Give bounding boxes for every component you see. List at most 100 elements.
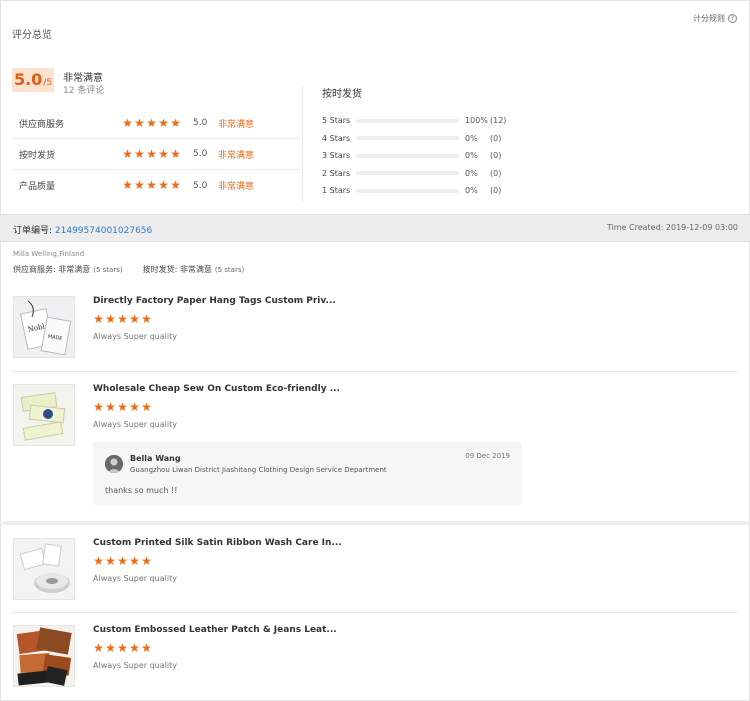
star-icon: ★ — [134, 146, 145, 161]
rating-row-stars: ★ ★ ★ ★ ★ — [122, 115, 181, 130]
hang-tag-image: Noble MADE — [14, 297, 74, 357]
order-time-created: Time Created: 2019-12-09 03:00 — [606, 223, 738, 232]
star-icon: ★ — [93, 400, 104, 414]
star-icon: ★ — [146, 146, 157, 161]
distribution-bar — [356, 136, 459, 141]
distribution-bar — [356, 153, 459, 158]
product-title-link[interactable]: Directly Factory Paper Hang Tags Custom … — [93, 296, 336, 306]
distribution-title: 按时发货 — [322, 89, 362, 100]
star-icon: ★ — [170, 115, 181, 130]
star-icon: ★ — [158, 115, 169, 130]
seller-rating-delivery: 按时发货: 非常满意 (5 stars) — [143, 264, 245, 275]
distribution-percent: 0% — [465, 133, 478, 143]
product-thumbnail[interactable] — [13, 538, 75, 600]
distribution-bar — [356, 188, 459, 193]
scoring-rules-link[interactable]: 计分规则 ? — [693, 13, 737, 24]
user-avatar-icon — [105, 455, 123, 473]
star-icon: ★ — [122, 115, 133, 130]
reply-text: thanks so much !! — [105, 486, 178, 495]
seller-rating-service: 供应商服务: 非常满意 (5 stars) — [13, 264, 123, 275]
distribution-row[interactable]: 2 Stars 0% (0) — [322, 165, 522, 183]
rating-row-service: 供应商服务 ★ ★ ★ ★ ★ 5.0 非常满意 — [12, 108, 301, 139]
distribution-label: 2 Stars — [322, 168, 351, 178]
star-icon: ★ — [93, 554, 104, 568]
distribution-row[interactable]: 3 Stars 0% (0) — [322, 147, 522, 165]
product-thumbnail[interactable] — [13, 625, 75, 687]
review-comment: Always Super quality — [93, 332, 177, 341]
rating-breakdown: 供应商服务 ★ ★ ★ ★ ★ 5.0 非常满意 按时发货 ★ ★ ★ ★ ★ 5.0 非常满意… — [12, 108, 301, 201]
star-icon: ★ — [129, 400, 140, 414]
rating-row-text: 非常满意 — [218, 182, 255, 192]
distribution-percent: 0% — [465, 186, 478, 196]
star-icon: ★ — [105, 312, 116, 326]
star-icon: ★ — [129, 312, 140, 326]
rating-row-quality: 产品质量 ★ ★ ★ ★ ★ 5.0 非常满意 — [12, 170, 301, 201]
summary-divider — [302, 86, 303, 202]
scoring-rules-label[interactable]: 计分规则 — [693, 13, 725, 24]
reply-author: Bella Wang — [130, 454, 181, 463]
star-icon: ★ — [117, 400, 128, 414]
rating-row-text: 非常满意 — [218, 150, 255, 161]
distribution-row[interactable]: 4 Stars 0% (0) — [322, 130, 522, 148]
review-divider — [13, 371, 737, 372]
distribution-label: 5 Stars — [322, 116, 351, 126]
distribution-percent: 100% — [465, 116, 488, 126]
distribution-label: 3 Stars — [322, 151, 351, 161]
order-id-link[interactable]: 21499574001027656 — [55, 226, 152, 236]
distribution-percent: 0% — [465, 151, 478, 161]
distribution-count: (0) — [490, 133, 502, 143]
seller-reply: Bella Wang Guangzhou Liwan District Jias… — [93, 442, 522, 505]
star-icon: ★ — [170, 146, 181, 161]
product-title-link[interactable]: Custom Printed Silk Satin Ribbon Wash Ca… — [93, 538, 342, 548]
product-thumbnail[interactable]: Noble MADE — [13, 296, 75, 358]
distribution-count: (0) — [490, 151, 502, 161]
order-number-label: 订单编号: — [13, 226, 55, 236]
star-icon: ★ — [158, 146, 169, 161]
product-thumbnail[interactable] — [13, 384, 75, 446]
product-title-link[interactable]: Custom Embossed Leather Patch & Jeans Le… — [93, 625, 337, 635]
overall-score-badge: 5.0 /5 — [12, 68, 54, 92]
seller-rating-label: 按时发货: 非常满意 — [142, 265, 212, 274]
star-icon: ★ — [117, 554, 128, 568]
rating-row-score: 5.0 — [193, 149, 208, 159]
star-icon: ★ — [141, 554, 152, 568]
star-icon: ★ — [146, 178, 157, 192]
rating-row-text: 非常满意 — [218, 119, 255, 130]
reply-company: Guangzhou Liwan District Jiashitang Clot… — [130, 466, 387, 474]
rating-row-score: 5.0 — [193, 118, 208, 128]
star-icon: ★ — [105, 641, 116, 655]
distribution-label: 4 Stars — [322, 133, 351, 143]
distribution-row[interactable]: 5 Stars 100% (12) — [322, 112, 522, 130]
star-icon: ★ — [170, 178, 181, 192]
distribution-label: 1 Stars — [322, 186, 351, 196]
order-seller-ratings: 供应商服务: 非常满意 (5 stars) 按时发货: 非常满意 (5 stars) — [13, 264, 264, 275]
distribution-count: (12) — [490, 116, 507, 126]
order-number: 订单编号: 21499574001027656 — [13, 223, 152, 236]
star-icon: ★ — [141, 312, 152, 326]
review-divider — [13, 612, 737, 613]
star-icon: ★ — [158, 178, 169, 192]
star-icon: ★ — [122, 146, 133, 161]
product-rating-stars: ★ ★ ★ ★ ★ — [93, 554, 152, 568]
overall-label: 非常满意 — [63, 73, 103, 84]
ribbon-roll-image — [14, 539, 74, 599]
star-icon: ★ — [105, 554, 116, 568]
review-comment: Always Super quality — [93, 420, 177, 429]
label-image — [14, 385, 74, 445]
star-icon: ★ — [146, 115, 157, 130]
rating-row-delivery: 按时发货 ★ ★ ★ ★ ★ 5.0 非常满意 — [12, 139, 301, 170]
product-title-link[interactable]: Wholesale Cheap Sew On Custom Eco-friend… — [93, 384, 340, 394]
rating-summary: 评分总览 计分规则 ? 5.0 /5 非常满意 12 条评论 供应商服务 ★ ★ ★… — [0, 0, 750, 214]
distribution-row[interactable]: 1 Stars 0% (0) — [322, 182, 522, 200]
overall-score: 5.0 — [13, 70, 43, 89]
star-icon: ★ — [105, 400, 116, 414]
star-icon: ★ — [141, 641, 152, 655]
star-icon: ★ — [117, 641, 128, 655]
star-icon: ★ — [129, 641, 140, 655]
seller-rating-stars: (5 stars) — [93, 266, 123, 274]
review-comment: Always Super quality — [93, 574, 177, 583]
help-circle-icon[interactable]: ? — [728, 14, 737, 23]
section-gap — [0, 521, 750, 525]
summary-title: 评分总览 — [12, 30, 52, 41]
reply-date: 09 Dec 2019 — [465, 452, 510, 460]
